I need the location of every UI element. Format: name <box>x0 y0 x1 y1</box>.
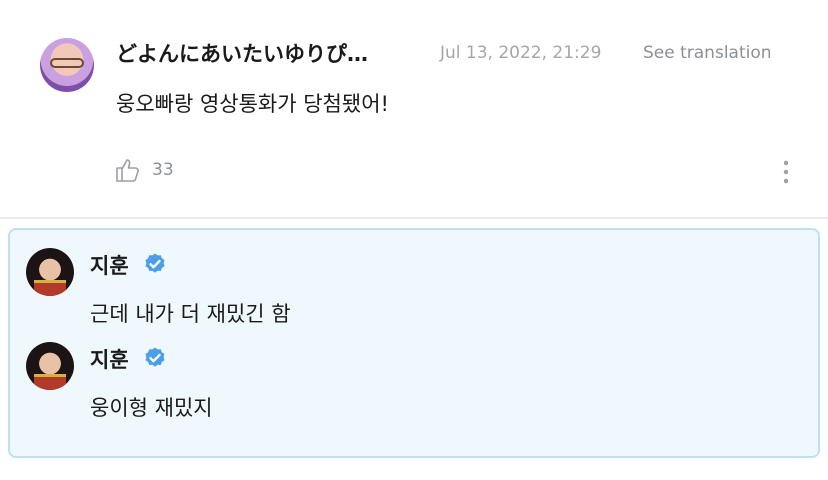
reply-text: 웅이형 재밌지 <box>90 396 213 420</box>
comment-text: 웅오빠랑 영상통화가 당첨됐어! <box>116 92 389 116</box>
commenter-avatar[interactable] <box>40 38 94 92</box>
reply-avatar[interactable] <box>26 342 74 390</box>
verified-badge-icon <box>145 347 165 367</box>
like-count: 33 <box>152 160 174 180</box>
reply-avatar[interactable] <box>26 248 74 296</box>
comment-date: Jul 13, 2022, 21:29 <box>440 43 602 63</box>
more-options-icon[interactable] <box>776 158 796 186</box>
thumbs-up-icon[interactable] <box>114 156 142 184</box>
divider <box>0 217 828 219</box>
replies-box: 지훈 근데 내가 더 재밌긴 함 지훈 웅이형 재밌지 <box>8 228 820 458</box>
reply-author[interactable]: 지훈 <box>90 344 129 374</box>
verified-badge-icon <box>145 253 165 273</box>
reply-text: 근데 내가 더 재밌긴 함 <box>90 302 291 326</box>
see-translation-link[interactable]: See translation <box>643 43 772 63</box>
comment-author[interactable]: どよんにあいたいゆりぴ… <box>116 38 368 68</box>
reply-author[interactable]: 지훈 <box>90 250 129 280</box>
comment: どよんにあいたいゆりぴ… Jul 13, 2022, 21:29 See tra… <box>0 0 828 218</box>
